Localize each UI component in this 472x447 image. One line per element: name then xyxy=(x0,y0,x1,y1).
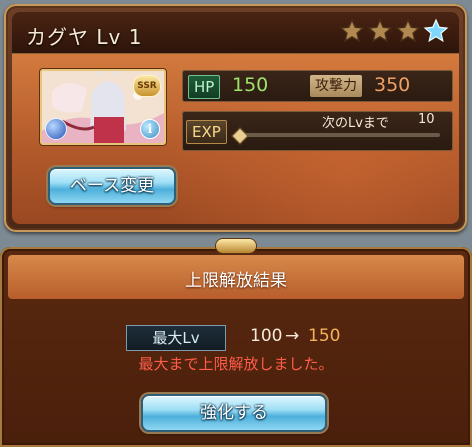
enhance-button[interactable]: 強化する xyxy=(141,394,327,432)
attack-label: 攻撃力 xyxy=(310,75,362,97)
character-name: カグヤ xyxy=(26,25,89,49)
card-body: SSR i HP 150 攻撃力 350 EXP 次のLvまで 10 ベース変更 xyxy=(12,54,459,224)
character-portrait[interactable]: SSR i xyxy=(40,69,166,145)
max-level-label: 最大Lv xyxy=(126,325,226,351)
attack-value: 350 xyxy=(374,74,411,96)
star-rating xyxy=(339,18,449,44)
exp-row: EXP 次のLvまで 10 xyxy=(182,111,453,151)
base-change-button[interactable]: ベース変更 xyxy=(48,167,176,205)
exp-label: EXP xyxy=(186,120,227,144)
character-level: Lv 1 xyxy=(96,25,143,49)
level-after: 150 xyxy=(308,326,341,346)
limit-break-result-panel: 上限解放結果 最大Lv 100 → 150 最大まで上限解放しました。 強化する xyxy=(0,239,472,447)
result-header: 上限解放結果 xyxy=(8,255,464,299)
exp-progress-marker xyxy=(231,127,249,145)
hp-label: HP xyxy=(188,75,221,99)
result-title: 上限解放結果 xyxy=(185,271,287,291)
character-title: カグヤ Lv 1 xyxy=(26,21,142,50)
next-level-label: 次のLvまで xyxy=(322,116,389,131)
hp-value: 150 xyxy=(232,74,269,96)
next-level-value: 10 xyxy=(418,112,435,127)
active-star-icon xyxy=(423,18,449,43)
level-arrow: → xyxy=(285,326,300,346)
card-header: カグヤ Lv 1 xyxy=(12,12,459,54)
level-before: 100 xyxy=(250,326,283,346)
character-card: カグヤ Lv 1 SSR i HP 150 攻撃力 350 EXP 次のLvまで… xyxy=(4,4,467,232)
star-icon xyxy=(395,18,421,43)
exp-progress-bar xyxy=(231,127,440,145)
rarity-badge: SSR xyxy=(133,75,161,97)
panel-ornament xyxy=(216,239,256,253)
water-element-icon xyxy=(45,118,67,140)
star-icon xyxy=(339,18,365,43)
hp-attack-row: HP 150 攻撃力 350 xyxy=(182,70,453,102)
result-message: 最大まで上限解放しました。 xyxy=(138,355,334,373)
star-icon xyxy=(367,18,393,43)
info-icon[interactable]: i xyxy=(140,119,160,139)
